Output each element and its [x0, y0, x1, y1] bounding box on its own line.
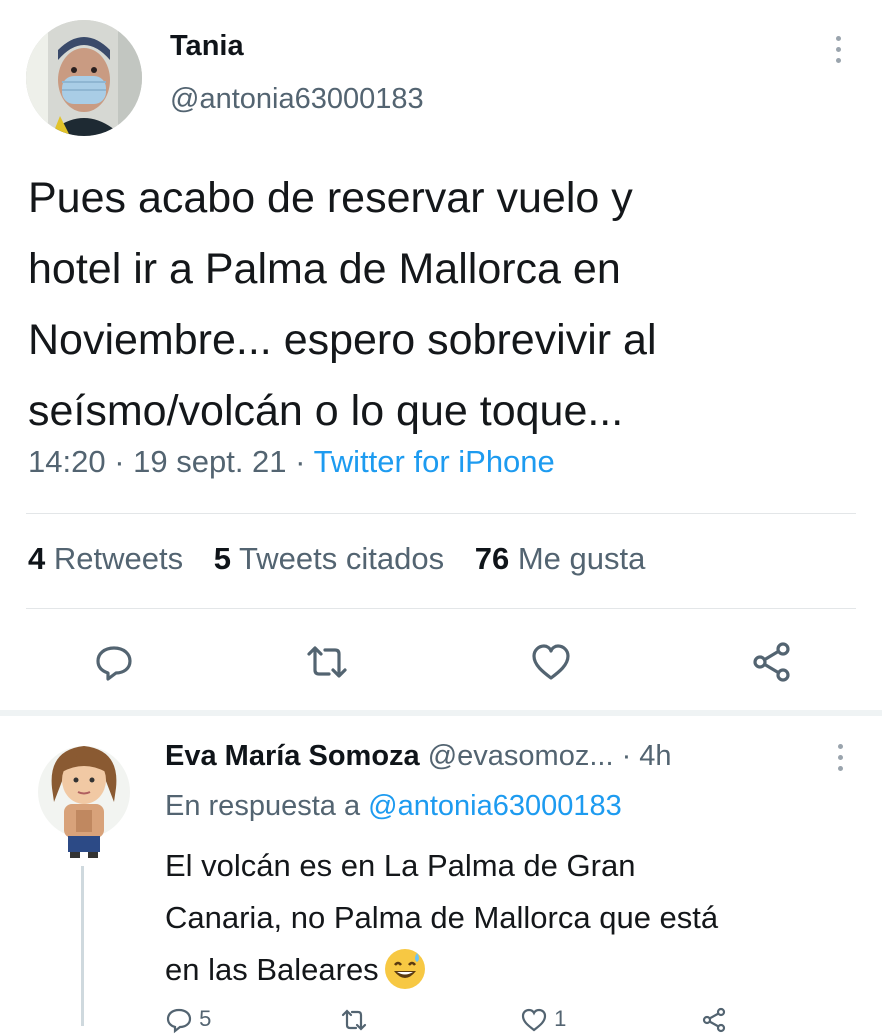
likes-label: Me gusta	[517, 541, 646, 576]
more-options-icon[interactable]	[828, 36, 848, 70]
likes-count: 76	[474, 541, 510, 576]
reply-reply-count: 5	[199, 1006, 212, 1031]
reply-like-count: 1	[554, 1006, 567, 1031]
likes-stat[interactable]: 76 Me gusta	[475, 541, 646, 576]
reply-author-avatar[interactable]	[34, 736, 134, 860]
tweet-time: 14:20	[28, 444, 106, 479]
author-avatar[interactable]	[26, 20, 142, 136]
meta-separator: ·	[621, 740, 640, 772]
share-icon[interactable]	[750, 640, 794, 684]
quotes-stat[interactable]: 5 Tweets citados	[214, 541, 444, 576]
quotes-count: 5	[213, 541, 231, 576]
reply-like-button[interactable]: 1	[520, 1006, 567, 1032]
section-separator	[0, 710, 882, 716]
tweet-stats: 4 Retweets 5 Tweets citados 76 Me gusta	[28, 541, 645, 577]
meta-separator: ·	[295, 444, 314, 479]
tweet-date[interactable]: 19 sept. 21	[133, 444, 286, 479]
reply-icon[interactable]	[92, 640, 136, 684]
tweet-meta: 14:20 · 19 sept. 21 · Twitter for iPhone	[28, 444, 555, 480]
sweat-smile-emoji	[384, 949, 425, 989]
reply-author-name[interactable]: Eva María Somoza	[165, 740, 420, 772]
reply-to-line: En respuesta a @antonia63000183	[165, 790, 622, 823]
reply-to-label: En respuesta a	[165, 790, 361, 822]
reply-author-handle[interactable]: @evasomoz...	[428, 740, 614, 772]
author-name[interactable]: Tania	[170, 30, 244, 63]
meta-separator: ·	[114, 444, 134, 479]
reply-retweet-button[interactable]	[340, 1006, 368, 1031]
tweet-text: Pues acabo de reservar vuelo y hotel ir …	[28, 174, 657, 435]
reply-text-block: El volcán es en La Palma de Gran Canaria…	[165, 840, 865, 996]
tweet-source[interactable]: Twitter for iPhone	[314, 444, 555, 479]
reply-share-button[interactable]	[700, 1006, 728, 1033]
author-handle[interactable]: @antonia63000183	[170, 83, 424, 116]
retweet-icon[interactable]	[305, 640, 349, 684]
retweets-label: Retweets	[53, 541, 184, 576]
retweets-stat[interactable]: 4 Retweets	[28, 541, 183, 576]
divider	[26, 608, 856, 609]
reply-time[interactable]: 4h	[639, 740, 671, 772]
reply-to-mention[interactable]: @antonia63000183	[368, 790, 622, 822]
reply-reply-button[interactable]: 5	[165, 1006, 212, 1034]
divider	[26, 513, 856, 514]
reply-header: Eva María Somoza @evasomoz... · 4h	[165, 740, 672, 773]
like-icon[interactable]	[529, 640, 573, 684]
reply-more-options-icon[interactable]	[830, 744, 850, 778]
retweets-count: 4	[28, 541, 46, 576]
quotes-label: Tweets citados	[239, 541, 445, 576]
reply-text: El volcán es en La Palma de Gran Canaria…	[165, 848, 719, 987]
thread-line	[81, 866, 84, 1026]
